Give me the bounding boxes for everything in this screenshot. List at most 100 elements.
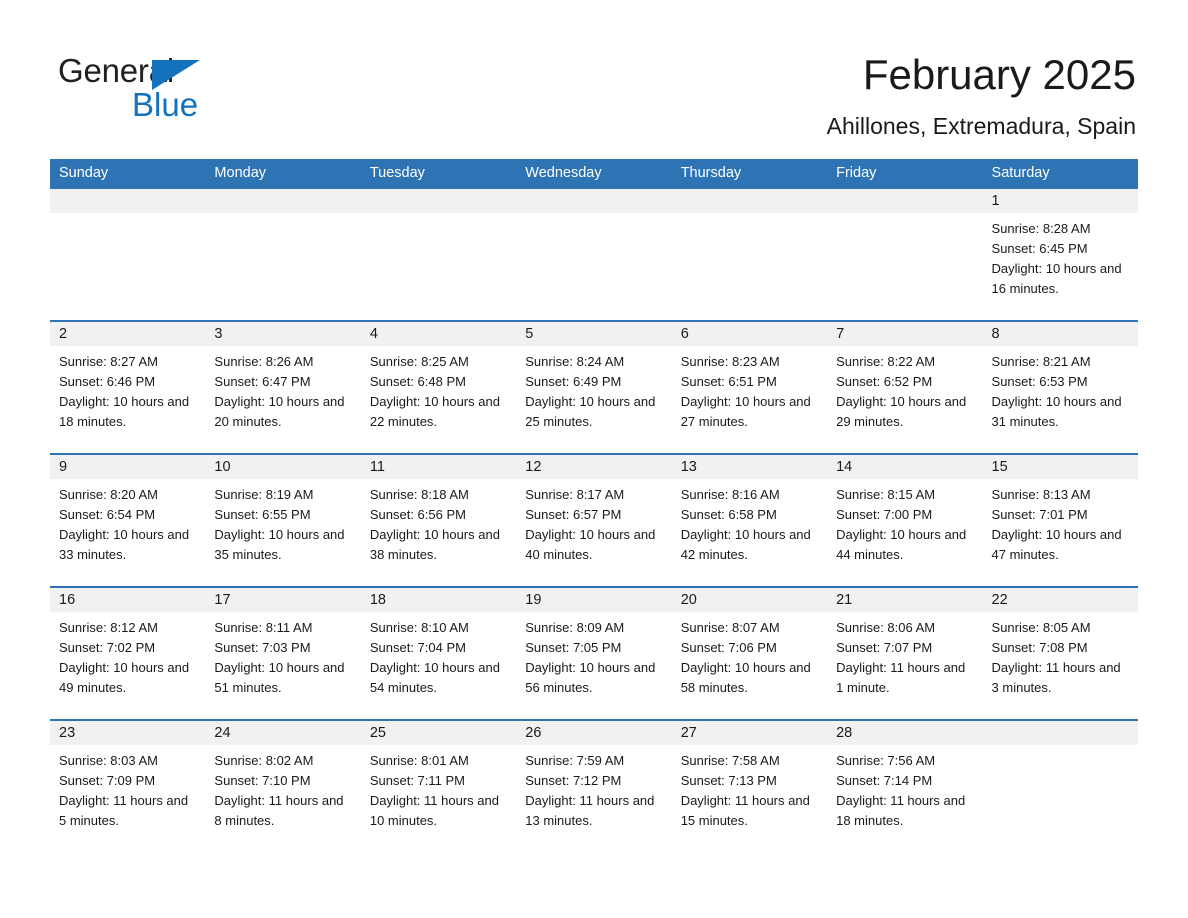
calendar-day-cell[interactable]: 26 Sunrise: 7:59 AM Sunset: 7:12 PM Dayl… [516, 721, 672, 852]
daylight-text: Daylight: 11 hours and 5 minutes. [59, 793, 189, 828]
day-details [205, 213, 360, 219]
day-number: 25 [360, 721, 517, 745]
daylight-text: Daylight: 10 hours and 22 minutes. [369, 394, 500, 429]
calendar-day-cell[interactable]: 22 Sunrise: 8:05 AM Sunset: 7:08 PM Dayl… [982, 588, 1138, 719]
day-number: 22 [982, 588, 1138, 612]
day-number [205, 189, 361, 213]
sunrise-text: Sunrise: 8:18 AM [369, 487, 469, 502]
day-number: 21 [827, 588, 983, 612]
calendar-day-cell[interactable]: 18 Sunrise: 8:10 AM Sunset: 7:04 PM Dayl… [360, 588, 517, 719]
daylight-text: Daylight: 10 hours and 40 minutes. [525, 527, 656, 562]
calendar-day-cell[interactable] [982, 721, 1138, 852]
sunset-text: Sunset: 7:10 PM [214, 773, 311, 788]
general-blue-logo[interactable]: General Blue [58, 52, 318, 132]
day-details: Sunrise: 8:25 AM Sunset: 6:48 PM Dayligh… [361, 346, 516, 432]
day-details: Sunrise: 7:59 AM Sunset: 7:12 PM Dayligh… [516, 745, 671, 831]
sunset-text: Sunset: 6:56 PM [369, 507, 466, 522]
daylight-text: Daylight: 11 hours and 3 minutes. [991, 660, 1121, 695]
day-details [983, 745, 1138, 751]
day-number: 4 [360, 322, 517, 346]
calendar-day-cell[interactable]: 27 Sunrise: 7:58 AM Sunset: 7:13 PM Dayl… [671, 721, 828, 852]
calendar-week-row: 16 Sunrise: 8:12 AM Sunset: 7:02 PM Dayl… [50, 586, 1138, 719]
sunset-text: Sunset: 7:01 PM [991, 507, 1088, 522]
calendar-week-row: 2 Sunrise: 8:27 AM Sunset: 6:46 PM Dayli… [50, 320, 1138, 453]
sunset-text: Sunset: 6:49 PM [525, 374, 622, 389]
sunset-text: Sunset: 6:57 PM [525, 507, 622, 522]
calendar-day-cell[interactable]: 4 Sunrise: 8:25 AM Sunset: 6:48 PM Dayli… [360, 322, 517, 453]
sunset-text: Sunset: 7:03 PM [214, 640, 311, 655]
day-details [827, 213, 982, 219]
day-details: Sunrise: 7:58 AM Sunset: 7:13 PM Dayligh… [672, 745, 827, 831]
day-details: Sunrise: 8:10 AM Sunset: 7:04 PM Dayligh… [361, 612, 516, 698]
calendar-day-cell[interactable]: 1 Sunrise: 8:28 AM Sunset: 6:45 PM Dayli… [982, 189, 1138, 320]
daylight-text: Daylight: 11 hours and 10 minutes. [369, 793, 499, 828]
sunrise-text: Sunrise: 8:02 AM [214, 753, 314, 768]
sunrise-text: Sunrise: 8:25 AM [369, 354, 469, 369]
calendar-day-cell[interactable] [671, 189, 828, 320]
calendar-week-row: 23 Sunrise: 8:03 AM Sunset: 7:09 PM Dayl… [50, 719, 1138, 852]
calendar-day-cell[interactable]: 12 Sunrise: 8:17 AM Sunset: 6:57 PM Dayl… [516, 455, 672, 586]
calendar-day-cell[interactable]: 25 Sunrise: 8:01 AM Sunset: 7:11 PM Dayl… [360, 721, 517, 852]
calendar-day-cell[interactable]: 13 Sunrise: 8:16 AM Sunset: 6:58 PM Dayl… [671, 455, 828, 586]
day-number: 1 [982, 189, 1138, 213]
day-number: 3 [205, 322, 361, 346]
daylight-text: Daylight: 10 hours and 20 minutes. [214, 394, 345, 429]
day-number [516, 189, 672, 213]
calendar-day-cell[interactable] [516, 189, 672, 320]
sunrise-text: Sunrise: 7:58 AM [680, 753, 780, 768]
day-number [827, 189, 983, 213]
calendar-day-cell[interactable] [827, 189, 983, 320]
calendar-day-cell[interactable]: 28 Sunrise: 7:56 AM Sunset: 7:14 PM Dayl… [827, 721, 983, 852]
calendar-day-cell[interactable] [360, 189, 517, 320]
calendar-day-cell[interactable]: 19 Sunrise: 8:09 AM Sunset: 7:05 PM Dayl… [516, 588, 672, 719]
calendar-day-cell[interactable]: 3 Sunrise: 8:26 AM Sunset: 6:47 PM Dayli… [205, 322, 361, 453]
daylight-text: Daylight: 10 hours and 42 minutes. [680, 527, 811, 562]
daylight-text: Daylight: 10 hours and 29 minutes. [836, 394, 967, 429]
day-number: 24 [205, 721, 361, 745]
calendar-day-cell[interactable]: 7 Sunrise: 8:22 AM Sunset: 6:52 PM Dayli… [827, 322, 983, 453]
day-number: 23 [50, 721, 206, 745]
daylight-text: Daylight: 11 hours and 8 minutes. [214, 793, 344, 828]
calendar-day-cell[interactable]: 23 Sunrise: 8:03 AM Sunset: 7:09 PM Dayl… [50, 721, 206, 852]
day-details: Sunrise: 8:21 AM Sunset: 6:53 PM Dayligh… [983, 346, 1138, 432]
calendar-day-cell[interactable]: 5 Sunrise: 8:24 AM Sunset: 6:49 PM Dayli… [516, 322, 672, 453]
logo-word-blue: Blue [132, 86, 199, 123]
calendar-day-cell[interactable]: 11 Sunrise: 8:18 AM Sunset: 6:56 PM Dayl… [360, 455, 517, 586]
day-number: 13 [671, 455, 828, 479]
sunrise-text: Sunrise: 8:06 AM [836, 620, 936, 635]
sunrise-text: Sunrise: 8:07 AM [680, 620, 780, 635]
calendar-day-cell[interactable]: 8 Sunrise: 8:21 AM Sunset: 6:53 PM Dayli… [982, 322, 1138, 453]
calendar-day-cell[interactable]: 9 Sunrise: 8:20 AM Sunset: 6:54 PM Dayli… [50, 455, 206, 586]
calendar-day-cell[interactable]: 10 Sunrise: 8:19 AM Sunset: 6:55 PM Dayl… [205, 455, 361, 586]
calendar-day-cell[interactable]: 15 Sunrise: 8:13 AM Sunset: 7:01 PM Dayl… [982, 455, 1138, 586]
calendar-day-cell[interactable] [205, 189, 361, 320]
calendar-weekday-header: Sunday Monday Tuesday Wednesday Thursday… [50, 159, 1138, 187]
sunset-text: Sunset: 6:53 PM [991, 374, 1088, 389]
day-details: Sunrise: 8:07 AM Sunset: 7:06 PM Dayligh… [672, 612, 827, 698]
calendar-day-cell[interactable]: 6 Sunrise: 8:23 AM Sunset: 6:51 PM Dayli… [671, 322, 828, 453]
day-number: 14 [827, 455, 983, 479]
day-number: 19 [516, 588, 672, 612]
daylight-text: Daylight: 11 hours and 18 minutes. [836, 793, 966, 828]
daylight-text: Daylight: 11 hours and 1 minute. [836, 660, 966, 695]
calendar-day-cell[interactable]: 17 Sunrise: 8:11 AM Sunset: 7:03 PM Dayl… [205, 588, 361, 719]
sunset-text: Sunset: 6:51 PM [680, 374, 777, 389]
calendar-page: General Blue February 2025 Ahillones, Ex… [0, 0, 1188, 918]
sunset-text: Sunset: 7:02 PM [59, 640, 156, 655]
daylight-text: Daylight: 11 hours and 13 minutes. [525, 793, 655, 828]
day-details: Sunrise: 8:15 AM Sunset: 7:00 PM Dayligh… [827, 479, 982, 565]
sunrise-text: Sunrise: 8:28 AM [991, 221, 1091, 236]
calendar-day-cell[interactable]: 21 Sunrise: 8:06 AM Sunset: 7:07 PM Dayl… [827, 588, 983, 719]
calendar-day-cell[interactable]: 2 Sunrise: 8:27 AM Sunset: 6:46 PM Dayli… [50, 322, 206, 453]
day-details: Sunrise: 8:28 AM Sunset: 6:45 PM Dayligh… [983, 213, 1138, 299]
calendar-day-cell[interactable]: 20 Sunrise: 8:07 AM Sunset: 7:06 PM Dayl… [671, 588, 828, 719]
daylight-text: Daylight: 10 hours and 25 minutes. [525, 394, 656, 429]
day-number: 7 [827, 322, 983, 346]
day-details: Sunrise: 8:27 AM Sunset: 6:46 PM Dayligh… [50, 346, 205, 432]
calendar-day-cell[interactable] [50, 189, 206, 320]
page-title: February 2025 [862, 51, 1136, 98]
calendar-day-cell[interactable]: 24 Sunrise: 8:02 AM Sunset: 7:10 PM Dayl… [205, 721, 361, 852]
sunset-text: Sunset: 7:05 PM [525, 640, 622, 655]
calendar-day-cell[interactable]: 14 Sunrise: 8:15 AM Sunset: 7:00 PM Dayl… [827, 455, 983, 586]
calendar-day-cell[interactable]: 16 Sunrise: 8:12 AM Sunset: 7:02 PM Dayl… [50, 588, 206, 719]
